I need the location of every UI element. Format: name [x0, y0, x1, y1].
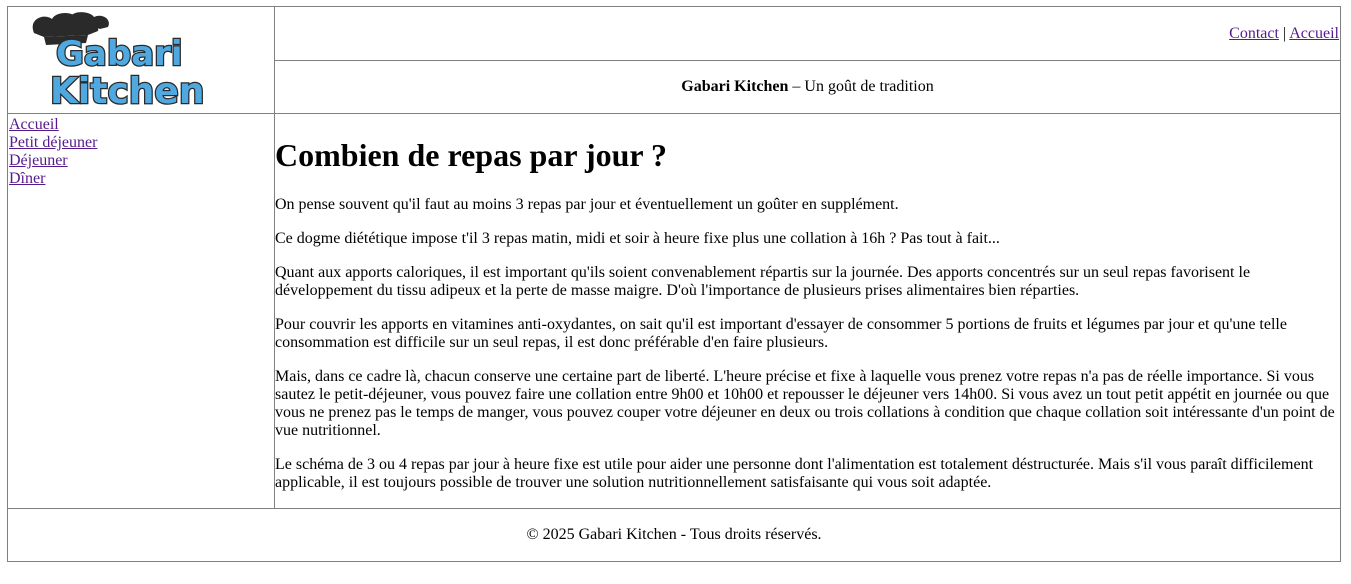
- footer: © 2025 Gabari Kitchen - Tous droits rése…: [7, 508, 1341, 562]
- content-paragraph: On pense souvent qu'il faut au moins 3 r…: [275, 196, 899, 213]
- main-content: Combien de repas par jour ? On pense sou…: [274, 113, 1341, 509]
- sidebar-item-dejeuner[interactable]: Déjeuner: [9, 152, 274, 170]
- gabari-kitchen-logo[interactable]: Gabari Kitchen: [30, 11, 252, 109]
- tagline-text: – Un goût de tradition: [788, 78, 934, 95]
- nav-link-accueil[interactable]: Accueil: [1289, 25, 1339, 42]
- tagline-bar: Gabari Kitchen – Un goût de tradition: [274, 60, 1341, 114]
- sidebar-item-petit-dejeuner[interactable]: Petit déjeuner: [9, 134, 274, 152]
- content-paragraph: Mais, dans ce cadre là, chacun conserve …: [275, 368, 1335, 439]
- svg-text:Kitchen: Kitchen: [50, 71, 204, 109]
- svg-text:Gabari: Gabari: [56, 34, 183, 74]
- nav-link-contact[interactable]: Contact: [1229, 25, 1279, 42]
- content-paragraph: Quant aux apports caloriques, il est imp…: [275, 264, 1251, 299]
- sidebar-item-diner[interactable]: Dîner: [9, 170, 274, 188]
- logo-cell: Gabari Kitchen: [7, 6, 275, 114]
- content-paragraph: Ce dogme diététique impose t'il 3 repas …: [275, 230, 1000, 247]
- content-paragraph: Le schéma de 3 ou 4 repas par jour à heu…: [275, 456, 1314, 491]
- content-paragraph: Pour couvrir les apports en vitamines an…: [275, 316, 1287, 351]
- copyright-text: © 2025 Gabari Kitchen - Tous droits rése…: [526, 526, 822, 543]
- tagline-brand: Gabari Kitchen: [681, 78, 789, 95]
- page-title: Combien de repas par jour ?: [275, 137, 668, 173]
- nav-separator: |: [1282, 24, 1287, 42]
- top-navigation: Contact | Accueil: [274, 6, 1341, 61]
- sidebar: Accueil Petit déjeuner Déjeuner Dîner: [7, 113, 275, 509]
- sidebar-item-accueil[interactable]: Accueil: [9, 116, 274, 134]
- page-layout-table: Gabari Kitchen Contact | Accueil Gabari …: [7, 6, 1341, 562]
